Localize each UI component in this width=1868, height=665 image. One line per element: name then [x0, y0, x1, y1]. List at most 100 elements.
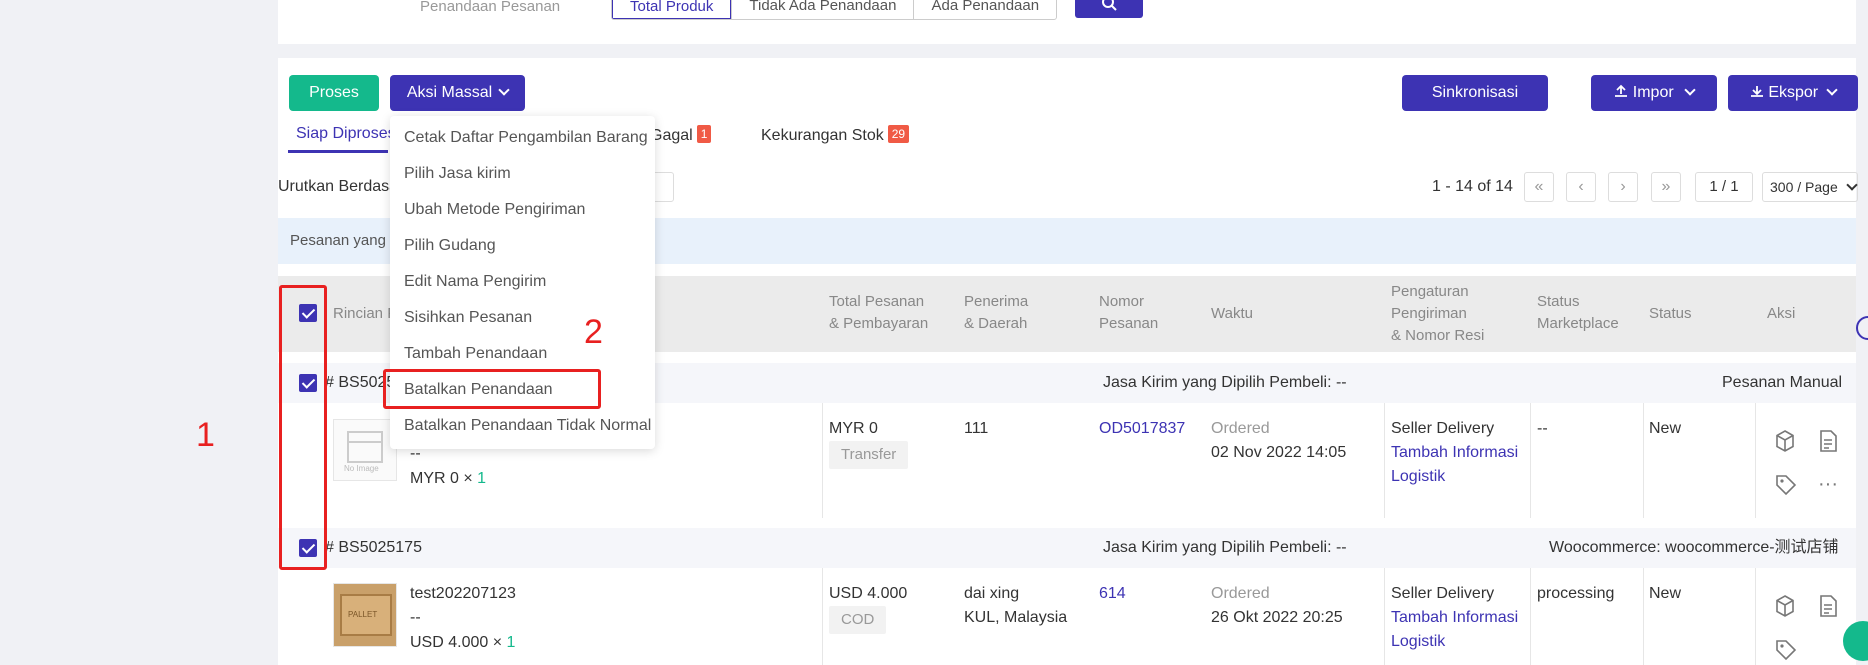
- col-status-mp-line2: Marketplace: [1537, 315, 1619, 332]
- order-total: MYR 0: [829, 420, 878, 437]
- recipient-name: dai xing: [964, 585, 1020, 602]
- payment-method-chip: Transfer: [829, 441, 909, 469]
- recipient-region: KUL, Malaysia: [964, 609, 1068, 626]
- tab-siap-diproses[interactable]: Siap Diproses: [296, 125, 396, 143]
- document-icon[interactable]: [1819, 595, 1837, 617]
- menu-item-select-warehouse[interactable]: Pilih Gudang: [404, 237, 496, 255]
- filter-label: Penandaan Pesanan: [420, 0, 561, 15]
- gagal-count-badge: 1: [696, 125, 712, 143]
- divider: [1384, 403, 1385, 518]
- export-label: Ekspor: [1768, 84, 1819, 101]
- tab-gagal[interactable]: Gagal 1: [650, 125, 712, 145]
- package-icon[interactable]: [1775, 595, 1795, 617]
- col-pengaturan-line1: Pengaturan: [1391, 283, 1469, 300]
- more-actions-icon[interactable]: ···: [1818, 472, 1838, 496]
- tag-icon[interactable]: [1775, 474, 1797, 496]
- product-image-label: PALLET: [348, 610, 378, 619]
- product-image-placeholder: No Image: [333, 419, 397, 481]
- import-button[interactable]: Impor: [1591, 75, 1717, 111]
- col-status-mp-line1: Status: [1537, 293, 1580, 310]
- col-penerima-line1: Penerima: [964, 293, 1029, 310]
- help-circle-icon[interactable]: [1856, 316, 1868, 340]
- sync-orders-button[interactable]: Sinkronisasi Pesanan: [1402, 75, 1548, 137]
- tab-active-indicator: [288, 150, 388, 153]
- tag-filter-segment: Total Produk Tidak Ada Penandaan Ada Pen…: [611, 0, 1058, 20]
- qty-x: ×: [463, 470, 473, 487]
- order-time-status: Ordered: [1211, 585, 1270, 602]
- marketplace-status: --: [1537, 420, 1548, 437]
- kekurangan-count-badge: 29: [887, 125, 910, 143]
- marketplace-status: processing: [1537, 585, 1615, 602]
- col-pengaturan-line2: Pengiriman: [1391, 305, 1467, 322]
- col-aksi: Aksi: [1767, 305, 1796, 322]
- search-button[interactable]: [1075, 0, 1143, 18]
- chevron-down-icon: [498, 84, 510, 96]
- document-icon[interactable]: [1819, 430, 1837, 452]
- divider: [1384, 568, 1385, 665]
- add-logistic-info-link[interactable]: Tambah Informasi: [1391, 441, 1518, 465]
- product-sku: --: [410, 609, 421, 626]
- menu-item-add-tag[interactable]: Tambah Penandaan: [404, 345, 547, 363]
- next-page-button[interactable]: ›: [1608, 172, 1638, 202]
- product-qty: 1: [506, 634, 516, 651]
- tag-filter-none[interactable]: Tidak Ada Penandaan: [731, 0, 913, 19]
- tab-kekurangan-label: Kekurangan Stok: [761, 127, 884, 144]
- order-courier: Jasa Kirim yang Dipilih Pembeli: --: [1103, 374, 1347, 391]
- order-source: Woocommerce: woocommerce-测试店铺: [1549, 539, 1839, 556]
- pagination-range: 1 - 14 of 14: [1432, 178, 1513, 195]
- last-page-button[interactable]: »: [1651, 172, 1681, 202]
- annotation-box-checkboxes: [279, 285, 327, 570]
- divider: [1530, 568, 1531, 665]
- recipient-name: 111: [964, 420, 989, 437]
- left-background: [0, 0, 278, 665]
- aksi-massal-label: Aksi Massal: [406, 84, 493, 101]
- order-courier: Jasa Kirim yang Dipilih Pembeli: --: [1103, 539, 1347, 556]
- col-nomor-line2: Pesanan: [1099, 315, 1159, 332]
- sort-label: Urutkan Berdasa: [278, 178, 399, 195]
- page-number-input[interactable]: 1 / 1: [1695, 172, 1753, 202]
- package-icon[interactable]: [1775, 430, 1795, 452]
- order-status: New: [1649, 420, 1682, 437]
- product-name: test202207123: [410, 585, 516, 602]
- per-page-select[interactable]: 300 / Page: [1762, 172, 1858, 202]
- tag-icon[interactable]: [1775, 639, 1797, 661]
- annotation-step-2: 2: [584, 313, 603, 351]
- menu-item-edit-sender-name[interactable]: Edit Nama Pengirim: [404, 273, 546, 291]
- annotation-step-1: 1: [196, 416, 215, 454]
- tag-filter-has[interactable]: Ada Penandaan: [913, 0, 1056, 19]
- product-price-qty: MYR 0 × 1: [410, 467, 486, 491]
- menu-item-print-picking-list[interactable]: Cetak Daftar Pengambilan Barang: [404, 129, 648, 147]
- tag-filter-total[interactable]: Total Produk: [612, 0, 732, 19]
- menu-item-select-courier[interactable]: Pilih Jasa kirim: [404, 165, 511, 183]
- first-page-button[interactable]: «: [1524, 172, 1554, 202]
- notice-text: Pesanan yang: [290, 232, 386, 249]
- col-penerima-line2: & Daerah: [964, 315, 1028, 332]
- aksi-massal-button[interactable]: Aksi Massal: [390, 75, 525, 111]
- product-price: MYR 0: [410, 470, 459, 487]
- order-number-link[interactable]: 614: [1099, 582, 1126, 606]
- order-time: 02 Nov 2022 14:05: [1211, 444, 1347, 461]
- annotation-box-cancel-tag: [383, 369, 601, 409]
- per-page-value: 300 / Page: [1770, 179, 1838, 195]
- qty-x: ×: [492, 634, 503, 651]
- order-id: # BS5025175: [325, 539, 422, 556]
- proses-button[interactable]: Proses: [289, 75, 379, 111]
- chevron-down-icon: [1684, 84, 1696, 96]
- product-image: PALLET: [333, 583, 397, 647]
- product-price-qty: USD 4.000 × 1: [410, 631, 515, 655]
- add-logistic-info-link[interactable]: Tambah Informasi: [1391, 606, 1518, 630]
- menu-item-cancel-abnormal-tag[interactable]: Batalkan Penandaan Tidak Normal: [404, 417, 651, 435]
- menu-item-change-shipping-method[interactable]: Ubah Metode Pengiriman: [404, 201, 585, 219]
- col-total-line2: & Pembayaran: [829, 315, 929, 332]
- payment-method-chip: COD: [829, 606, 887, 634]
- prev-page-button[interactable]: ‹: [1566, 172, 1596, 202]
- col-nomor-line1: Nomor: [1099, 293, 1145, 310]
- tab-kekurangan-stok[interactable]: Kekurangan Stok 29: [761, 125, 910, 145]
- add-logistic-info-link-line2[interactable]: Logistik: [1391, 630, 1445, 654]
- menu-item-set-aside-order[interactable]: Sisihkan Pesanan: [404, 309, 532, 327]
- export-button[interactable]: Ekspor: [1728, 75, 1858, 111]
- divider: [1643, 403, 1644, 518]
- add-logistic-info-link-line2[interactable]: Logistik: [1391, 465, 1445, 489]
- order-number-link[interactable]: OD5017837: [1099, 417, 1185, 441]
- col-total-line1: Total Pesanan: [829, 293, 925, 310]
